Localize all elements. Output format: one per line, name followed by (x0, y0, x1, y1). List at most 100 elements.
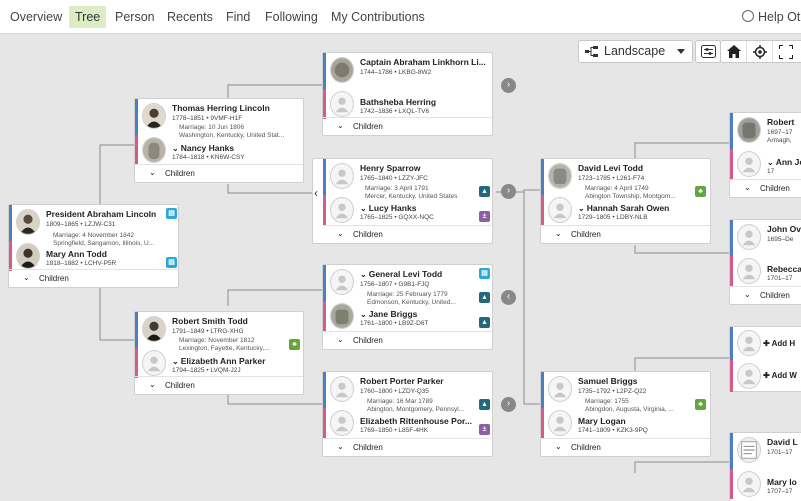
person-vitals: 1744–1786 • LKBG-8W2 (360, 69, 432, 76)
record-hint-icon[interactable]: ▤ (166, 257, 177, 268)
chevron-down-icon: ⌄ (578, 204, 585, 213)
children-toggle[interactable]: ⌄ Children (323, 438, 492, 456)
chevron-down-icon: ⌄ (172, 357, 179, 366)
children-toggle[interactable]: ⌄ Children (9, 269, 178, 287)
children-toggle[interactable]: ⌄ Children (730, 286, 801, 304)
person-row[interactable]: Robert 1697–17 Armagh, (730, 113, 801, 149)
chevron-down-icon: ⌄ (172, 144, 179, 153)
children-toggle[interactable]: ⌄ Children (323, 225, 494, 243)
chevron-down-icon: ⌄ (360, 204, 367, 213)
person-row[interactable]: John Ov 1695–De (730, 220, 801, 256)
collapse-left-icon[interactable]: ‹ (501, 290, 516, 305)
source-hint-icon[interactable]: ▲ (479, 317, 490, 328)
person-row[interactable]: Mary Ann Todd 1818–1882 • LCHV-P5R (9, 241, 178, 271)
person-name-text: Hannah Sarah Owen (586, 203, 670, 213)
person-row[interactable]: Bathsheba Herring 1742–1836 • LXQL-TV6 (323, 89, 492, 119)
children-toggle[interactable]: ⌄ Children (541, 438, 710, 456)
person-row[interactable]: Mary lo 1707–17 (730, 469, 801, 499)
couple-card-david-hannah: David Levi Todd 1723–1785 • L261-F74 Mar… (540, 158, 711, 244)
person-row[interactable]: ⌄Ann Jea 17 (730, 149, 801, 179)
gravestone-photo (548, 163, 572, 189)
add-wife-button[interactable]: ✚ Add W (763, 371, 797, 380)
children-toggle[interactable]: ⌄ Children (730, 179, 801, 197)
person-row[interactable]: Mary Logan 1741–1809 • KZK3-9PQ (541, 408, 710, 438)
source-hint-icon[interactable]: ▲ (479, 292, 490, 303)
person-row[interactable]: ⌄ Lucy Hanks 1765–1825 • GQXX-NQC (323, 195, 494, 225)
source-hint-icon[interactable]: ▲ (479, 186, 490, 197)
tree-hint-icon[interactable]: ♣ (289, 339, 300, 350)
data-problem-icon[interactable]: ± (479, 424, 490, 435)
person-row[interactable]: Rebecca 1701–17 (730, 256, 801, 286)
children-label: Children (165, 169, 195, 178)
children-toggle[interactable]: ⌄ Children (323, 117, 492, 135)
person-row[interactable]: Elizabeth Rittenhouse Por... 1769–1850 •… (323, 408, 492, 438)
person-row[interactable]: David L 1701–17 (730, 433, 801, 469)
couple-card-thomas-nancy: Thomas Herring Lincoln 1778–1851 • 9VMF-… (134, 98, 304, 183)
person-name: David L (767, 437, 798, 447)
expand-right-icon[interactable]: › (501, 397, 516, 412)
person-name-text: Elizabeth Ann Parker (180, 356, 266, 366)
person-vitals: 1701–17 (767, 275, 793, 282)
person-name: Robert (767, 117, 795, 127)
person-placeholder-icon (548, 197, 572, 223)
couple-card-add-parents: ✚ Add H ✚ Add W (729, 326, 801, 392)
person-row[interactable]: ⌄ Elizabeth Ann Parker 1794–1825 • LVQM-J… (135, 348, 303, 378)
marriage-date: Marriage: 16 Mar 1789 (367, 398, 433, 405)
person-place: Armagh, (767, 137, 792, 144)
add-husband-row[interactable]: ✚ Add H (730, 327, 801, 360)
person-name: John Ov (767, 224, 801, 234)
source-hint-icon[interactable]: ▲ (479, 399, 490, 410)
person-placeholder-icon (737, 151, 761, 177)
person-row[interactable]: ⌄ Nancy Hanks 1784–1818 • KN6W-CSY (135, 135, 303, 165)
person-name: ⌄ Jane Briggs (360, 309, 417, 319)
children-label: Children (353, 443, 383, 452)
record-hint-icon[interactable]: ▤ (479, 268, 490, 279)
person-name-text: Nancy Hanks (180, 143, 235, 153)
person-vitals: 1769–1850 • L85F-4HK (360, 427, 429, 434)
children-toggle[interactable]: ⌄ Children (135, 164, 303, 182)
tree-hint-icon[interactable]: ♣ (695, 399, 706, 410)
person-name: Robert Smith Todd (172, 316, 248, 326)
portrait-photo (16, 243, 40, 269)
children-toggle[interactable]: ⌄ Children (135, 376, 303, 394)
add-wife-row[interactable]: ✚ Add W (730, 360, 801, 392)
expand-right-icon[interactable]: › (501, 184, 516, 199)
person-name: Captain Abraham Linkhorn Li... (360, 57, 486, 67)
couple-card-abraham-mary: President Abraham Lincoln 1809–1865 • LZ… (8, 204, 179, 288)
tree-hint-icon[interactable]: ♣ (695, 186, 706, 197)
person-placeholder-icon (548, 376, 572, 402)
person-vitals: 1784–1818 • KN6W-CSY (172, 154, 245, 161)
person-vitals: 1701–17 (767, 449, 793, 456)
person-name: David Levi Todd (578, 163, 644, 173)
expand-right-icon[interactable]: › (501, 78, 516, 93)
chevron-down-icon: ⌄ (337, 121, 344, 130)
person-placeholder-icon (737, 224, 761, 250)
person-row[interactable]: Captain Abraham Linkhorn Li... 1744–1786… (323, 53, 492, 89)
couple-card-levi-jane: ⌄ General Levi Todd 1756–1807 • G9B1-FJQ … (322, 264, 493, 350)
children-label: Children (353, 122, 383, 131)
chevron-left-icon[interactable]: ‹ (314, 186, 318, 200)
person-row[interactable]: ⌄ Jane Briggs 1761–1800 • LB9Z-D6T (323, 301, 492, 331)
children-toggle[interactable]: ⌄ Children (323, 331, 492, 349)
chevron-down-icon: ⌄ (767, 158, 774, 167)
person-row[interactable]: ⌄ Hannah Sarah Owen 1729–1805 • LDBY-NLB (541, 195, 710, 225)
children-label: Children (760, 184, 790, 193)
couple-card-robert-ann-partial: Robert 1697–17 Armagh, ⌄Ann Jea 17 ⌄Chil… (729, 112, 801, 198)
children-label: Children (571, 230, 601, 239)
marriage-date: Marriage: 3 April 1791 (365, 185, 429, 192)
add-husband-button[interactable]: ✚ Add H (763, 339, 795, 348)
person-placeholder-icon (330, 376, 354, 402)
person-vitals: 1794–1825 • LVQM-J2J (172, 367, 241, 374)
data-problem-icon[interactable]: ± (479, 211, 490, 222)
children-toggle[interactable]: ⌄ Children (541, 225, 710, 243)
person-placeholder-icon (737, 363, 761, 389)
person-vitals: 1809–1865 • LZJW-C31 (46, 221, 116, 228)
chevron-down-icon: ⌄ (149, 168, 156, 177)
marriage-date: Marriage: 25 February 1779 (367, 291, 448, 298)
chevron-down-icon: ⌄ (360, 310, 367, 319)
person-placeholder-icon (330, 269, 354, 295)
chevron-down-icon: ⌄ (337, 335, 344, 344)
person-vitals: 1741–1809 • KZK3-9PQ (578, 427, 648, 434)
record-hint-icon[interactable]: ▤ (166, 208, 177, 219)
person-name: ⌄ General Levi Todd (360, 269, 442, 279)
